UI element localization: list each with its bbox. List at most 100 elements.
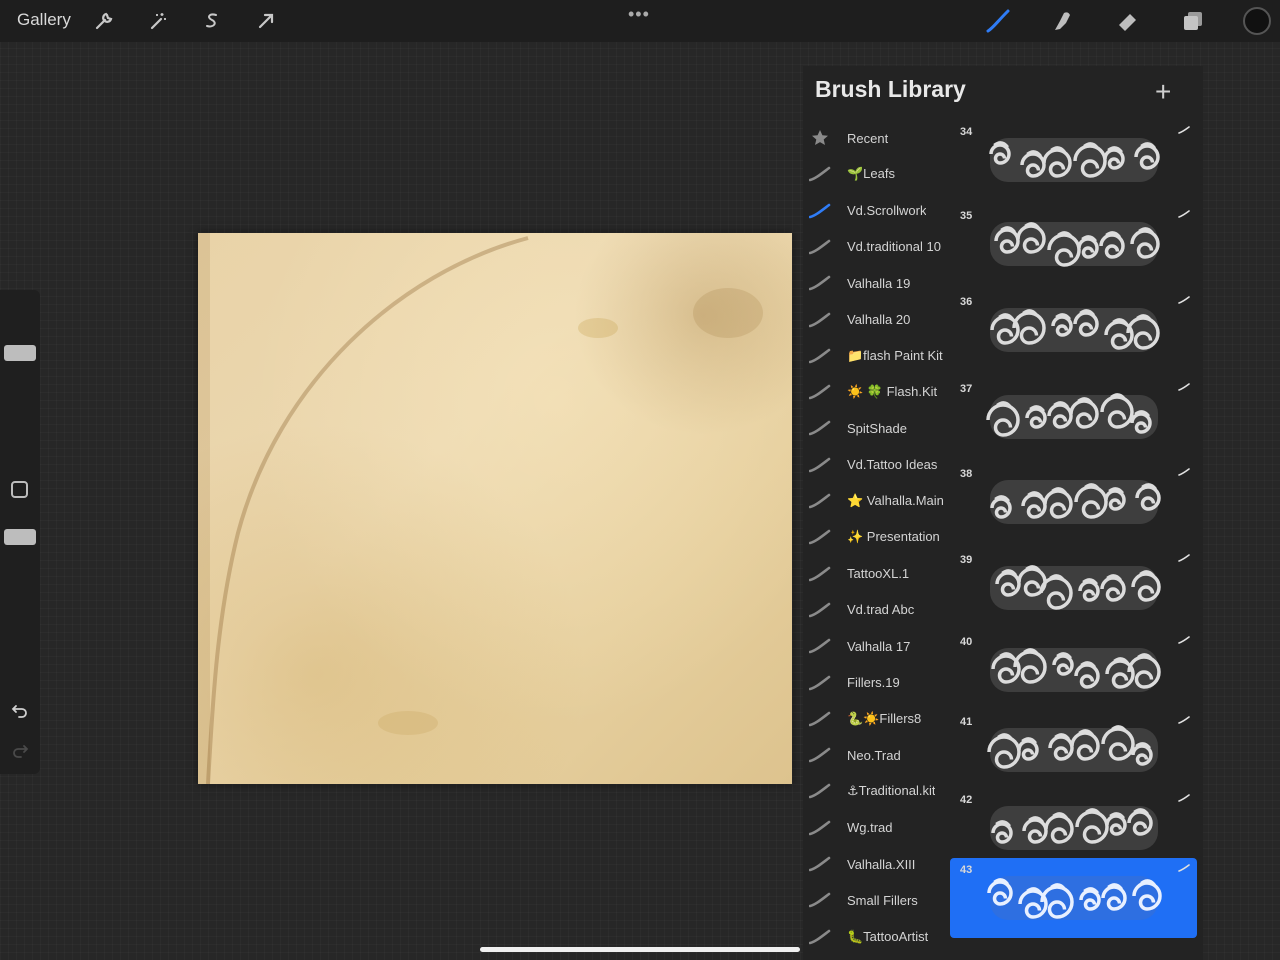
transform-arrow-icon[interactable] <box>255 10 277 32</box>
brush-stroke-preview <box>989 138 1160 182</box>
modify-button[interactable] <box>11 481 28 498</box>
brush-set-label: Vd.Tattoo Ideas <box>847 457 938 473</box>
add-brush-set-button[interactable]: + <box>1155 76 1171 108</box>
brush-set-item[interactable]: Vd.traditional 10 <box>803 229 951 265</box>
brush-set-item[interactable]: ⭐ Valhalla.Main <box>803 483 951 519</box>
brush-set-item[interactable]: Valhalla 17 <box>803 628 951 664</box>
brush-stroke-icon <box>809 892 831 908</box>
brush-set-item[interactable]: Recent <box>803 120 951 156</box>
brush-item[interactable]: 35 <box>950 204 1197 284</box>
brush-stroke-icon <box>809 856 831 872</box>
wrench-icon[interactable] <box>93 10 115 32</box>
brush-item[interactable]: 38 <box>950 462 1197 542</box>
brush-item[interactable]: 39 <box>950 548 1197 628</box>
brush-stroke-icon <box>809 566 831 581</box>
home-indicator[interactable] <box>480 947 800 952</box>
brush-stroke-icon <box>1178 554 1190 562</box>
brush-set-label: Vd.trad Abc <box>847 602 915 618</box>
brush-set-item[interactable]: ☀️ 🍀 Flash.Kit <box>803 374 951 410</box>
brush-stroke-icon <box>1178 210 1190 218</box>
brush-set-item[interactable]: 🌱Leafs <box>803 156 951 192</box>
brush-stroke-icon <box>809 493 831 509</box>
brush-set-item[interactable]: 🐛TattooArtist <box>803 919 951 955</box>
brush-stroke-icon <box>809 820 831 835</box>
brush-number: 36 <box>960 296 973 308</box>
brush-set-label: Recent <box>847 130 889 146</box>
brush-icon[interactable] <box>985 8 1011 34</box>
brush-set-label: ☀️ 🍀 Flash.Kit <box>847 384 938 400</box>
brush-number: 43 <box>960 864 973 876</box>
eraser-icon[interactable] <box>1115 8 1141 34</box>
brush-set-item[interactable]: Valhalla 20 <box>803 302 951 338</box>
brush-item[interactable]: 42 <box>950 788 1197 868</box>
selection-icon[interactable] <box>201 10 223 32</box>
brush-set-item[interactable]: 🐍☀️Fillers8 <box>803 701 951 737</box>
brush-set-item[interactable]: Valhalla 19 <box>803 265 951 301</box>
brush-set-item[interactable]: Vd.Tattoo Ideas <box>803 447 951 483</box>
brush-stroke-icon <box>809 529 831 545</box>
brush-item[interactable]: 36 <box>950 290 1197 370</box>
redo-icon[interactable] <box>10 740 30 760</box>
brush-stroke-icon <box>1178 636 1190 644</box>
brush-set-item[interactable]: SpitShade <box>803 410 951 446</box>
brush-set-label: Wg.trad <box>847 820 893 836</box>
brush-stroke-icon <box>809 784 831 799</box>
brush-stroke-icon <box>1178 794 1190 802</box>
brush-item[interactable]: 43 <box>950 858 1197 938</box>
brush-set-label: Small Fillers <box>847 892 918 908</box>
brush-opacity-slider[interactable] <box>4 529 36 545</box>
color-picker-button[interactable] <box>1243 7 1271 35</box>
brush-item[interactable]: 40 <box>950 630 1197 710</box>
brush-number: 42 <box>960 794 973 806</box>
brush-set-label: Vd.Scrollwork <box>847 203 927 219</box>
brush-stroke-icon <box>809 384 831 400</box>
brush-stroke-icon <box>809 348 831 364</box>
brush-set-label: 🐍☀️Fillers8 <box>847 710 922 726</box>
brush-set-label: TattooXL.1 <box>847 566 910 582</box>
brush-set-item[interactable]: Fillers.19 <box>803 665 951 701</box>
brush-item[interactable]: 41 <box>950 710 1197 790</box>
brush-size-slider[interactable] <box>4 345 36 361</box>
brush-item[interactable]: 34 <box>950 120 1197 200</box>
brush-stroke-icon <box>809 457 831 472</box>
undo-icon[interactable] <box>10 700 30 720</box>
brush-set-item[interactable]: TattooXL.1 <box>803 556 951 592</box>
brush-stroke-icon <box>809 203 831 218</box>
smudge-icon[interactable] <box>1050 8 1076 34</box>
brush-set-label: SpitShade <box>847 420 907 436</box>
brush-item[interactable]: 37 <box>950 377 1197 457</box>
brush-set-item[interactable]: Wg.trad <box>803 810 951 846</box>
brush-stroke-icon <box>809 166 831 182</box>
brush-set-item[interactable]: 📁flash Paint Kit <box>803 338 951 374</box>
brush-stroke-icon <box>1178 864 1190 872</box>
brush-stroke-icon <box>1178 296 1190 304</box>
canvas-artwork <box>198 233 763 784</box>
canvas-parchment[interactable] <box>198 233 792 784</box>
magic-wand-icon[interactable] <box>147 10 169 32</box>
brush-set-label: Valhalla 20 <box>847 312 911 327</box>
brush-stroke-preview <box>990 565 1161 610</box>
brush-stroke-icon <box>809 675 831 690</box>
gallery-button[interactable]: Gallery <box>17 10 71 30</box>
brush-set-item[interactable]: ⚓Traditional.kit <box>803 773 951 809</box>
star-icon <box>812 130 828 145</box>
brush-stroke-icon <box>1178 126 1190 134</box>
brush-set-item[interactable]: ✨ Presentation <box>803 519 951 555</box>
brush-set-item[interactable]: Vd.trad Abc <box>803 592 951 628</box>
brush-set-item[interactable]: Valhalla.XIII <box>803 846 951 882</box>
brush-number: 40 <box>960 636 973 648</box>
brush-stroke-icon <box>809 711 831 727</box>
brush-stroke-icon <box>809 312 831 327</box>
brush-set-label: ⚓Traditional.kit <box>847 783 936 799</box>
layers-icon[interactable] <box>1180 8 1206 34</box>
brush-set-label: 🐛TattooArtist <box>847 928 929 944</box>
more-options-button[interactable]: ••• <box>628 4 650 25</box>
brush-stroke-icon <box>1178 468 1190 476</box>
brush-stroke-preview <box>990 308 1160 352</box>
brush-set-label: 📁flash Paint Kit <box>847 347 943 363</box>
brush-stroke-preview <box>986 393 1158 439</box>
brush-stroke-icon <box>809 638 831 654</box>
brush-set-item[interactable]: Vd.Scrollwork <box>803 193 951 229</box>
brush-set-item[interactable]: Small Fillers <box>803 882 951 918</box>
brush-set-item[interactable]: Neo.Trad <box>803 737 951 773</box>
